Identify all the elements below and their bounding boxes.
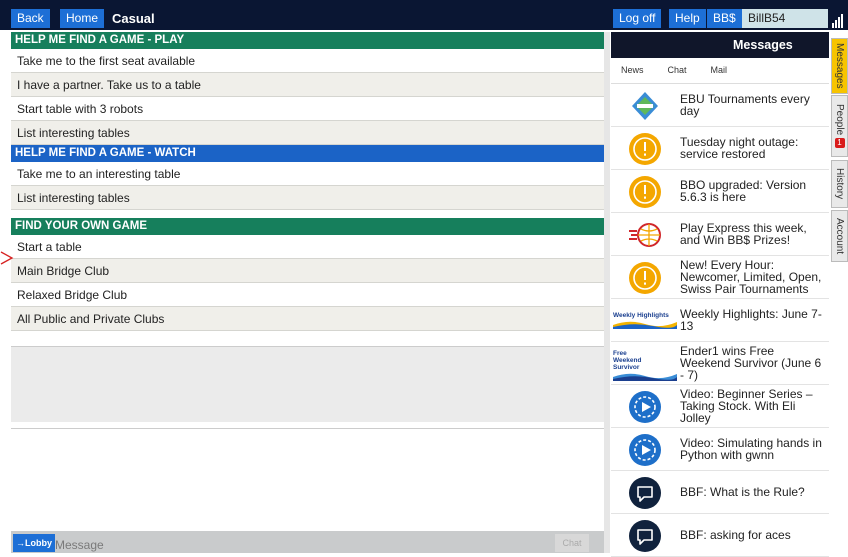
- video-icon: [629, 391, 661, 423]
- chat-bubble-icon: [629, 520, 661, 552]
- tab-people-label: People: [834, 103, 845, 136]
- tab-mail[interactable]: Mail: [711, 65, 728, 75]
- news-item[interactable]: EBU Tournaments every day: [611, 84, 829, 127]
- notification-badge: 1: [834, 138, 845, 149]
- news-item-text: Ender1 wins Free Weekend Survivor (June …: [680, 344, 822, 382]
- banner-label: Weekly Highlights: [613, 312, 669, 319]
- message-input[interactable]: [53, 536, 537, 554]
- news-item[interactable]: Video: Simulating hands in Python with g…: [611, 428, 829, 471]
- tab-people[interactable]: People 1: [831, 95, 848, 157]
- messages-panel: Messages News Chat Mail EBU Tournaments ev…: [611, 32, 829, 557]
- news-item[interactable]: Tuesday night outage: service restored: [611, 127, 829, 170]
- news-item-text: Video: Simulating hands in Python with g…: [680, 436, 822, 462]
- news-item-text: BBF: asking for aces: [680, 528, 791, 542]
- help-button[interactable]: Help: [669, 9, 706, 28]
- tab-messages-label: Messages: [834, 43, 845, 89]
- messages-subtabs: News Chat Mail: [611, 58, 829, 84]
- logoff-button[interactable]: Log off: [613, 9, 662, 28]
- news-item-text: Tuesday night outage: service restored: [680, 135, 799, 161]
- alert-icon: [629, 176, 661, 208]
- express-globe-icon: [629, 223, 661, 247]
- signal-strength-icon: [832, 12, 846, 28]
- page-title: Casual: [112, 11, 155, 26]
- back-button[interactable]: Back: [11, 9, 50, 28]
- tab-history-label: History: [834, 168, 845, 200]
- scrollbar[interactable]: [604, 32, 610, 553]
- list-item[interactable]: List interesting tables: [11, 121, 604, 145]
- play-section-header: HELP ME FIND A GAME - PLAY: [11, 32, 604, 49]
- list-item[interactable]: Take me to the first seat available: [11, 49, 604, 73]
- own-game-section-header: FIND YOUR OWN GAME: [11, 218, 604, 235]
- lobby-panel: HELP ME FIND A GAME - PLAY Take me to th…: [11, 32, 604, 331]
- news-item[interactable]: New! Every Hour: Newcomer, Limited, Open…: [611, 256, 829, 299]
- list-item[interactable]: I have a partner. Take us to a table: [11, 73, 604, 97]
- news-item[interactable]: Play Express this week, and Win BB$ Priz…: [611, 213, 829, 256]
- ebu-logo-icon: [629, 90, 661, 122]
- pointer-arrow-icon: [0, 251, 14, 265]
- list-item[interactable]: All Public and Private Clubs: [11, 307, 604, 331]
- chat-send-button[interactable]: Chat: [555, 534, 589, 552]
- news-item[interactable]: BBF: asking for aces: [611, 514, 829, 557]
- chat-bubble-icon: [629, 477, 661, 509]
- top-bar: Back Home Casual Log off Help BB$ BillB5…: [0, 0, 848, 30]
- lobby-empty-area: [11, 346, 604, 422]
- news-item-text: New! Every Hour: Newcomer, Limited, Open…: [680, 258, 822, 296]
- banner-wave-icon: [613, 321, 677, 329]
- news-item-text: EBU Tournaments every day: [680, 92, 810, 118]
- list-item[interactable]: Main Bridge Club: [11, 259, 604, 283]
- news-item[interactable]: BBO upgraded: Version 5.6.3 is here: [611, 170, 829, 213]
- alert-icon: [629, 133, 661, 165]
- news-item-text: BBF: What is the Rule?: [680, 485, 805, 499]
- tab-account-label: Account: [834, 217, 845, 255]
- list-item[interactable]: Relaxed Bridge Club: [11, 283, 604, 307]
- video-icon: [629, 434, 661, 466]
- chat-bar: →Lobby Chat: [11, 531, 604, 554]
- free-weekend-banner: Free Weekend Survivor: [613, 350, 677, 381]
- news-item[interactable]: BBF: What is the Rule?: [611, 471, 829, 514]
- news-item[interactable]: Video: Beginner Series – Taking Stock. W…: [611, 385, 829, 428]
- username-display[interactable]: BillB54: [742, 9, 828, 28]
- news-item[interactable]: Free Weekend Survivor Ender1 wins Free W…: [611, 342, 829, 385]
- weekly-highlights-banner: Weekly Highlights: [613, 312, 677, 334]
- tab-news[interactable]: News: [621, 65, 644, 75]
- bb-dollars-button[interactable]: BB$: [707, 9, 742, 28]
- list-item[interactable]: List interesting tables: [11, 186, 604, 210]
- news-item-text: Play Express this week, and Win BB$ Priz…: [680, 221, 807, 247]
- lobby-target-button[interactable]: →Lobby: [13, 534, 55, 552]
- watch-section-header: HELP ME FIND A GAME - WATCH: [11, 145, 604, 162]
- messages-title: Messages: [611, 32, 829, 58]
- tab-account[interactable]: Account: [831, 210, 848, 262]
- news-item-text: Weekly Highlights: June 7-13: [680, 307, 822, 333]
- chat-log: [11, 428, 604, 532]
- list-item[interactable]: Take me to an interesting table: [11, 162, 604, 186]
- tab-chat[interactable]: Chat: [668, 65, 687, 75]
- banner-wave-icon: [613, 373, 677, 381]
- news-item-text: BBO upgraded: Version 5.6.3 is here: [680, 178, 807, 204]
- alert-icon: [629, 262, 661, 294]
- tab-history[interactable]: History: [831, 160, 848, 208]
- banner-label: Free Weekend Survivor: [613, 350, 642, 371]
- list-item[interactable]: Start a table: [11, 235, 604, 259]
- news-item[interactable]: Weekly Highlights Weekly Highlights: Jun…: [611, 299, 829, 342]
- home-button[interactable]: Home: [60, 9, 105, 28]
- list-item[interactable]: Start table with 3 robots: [11, 97, 604, 121]
- tab-messages[interactable]: Messages: [831, 38, 848, 94]
- news-item-text: Video: Beginner Series – Taking Stock. W…: [680, 387, 813, 425]
